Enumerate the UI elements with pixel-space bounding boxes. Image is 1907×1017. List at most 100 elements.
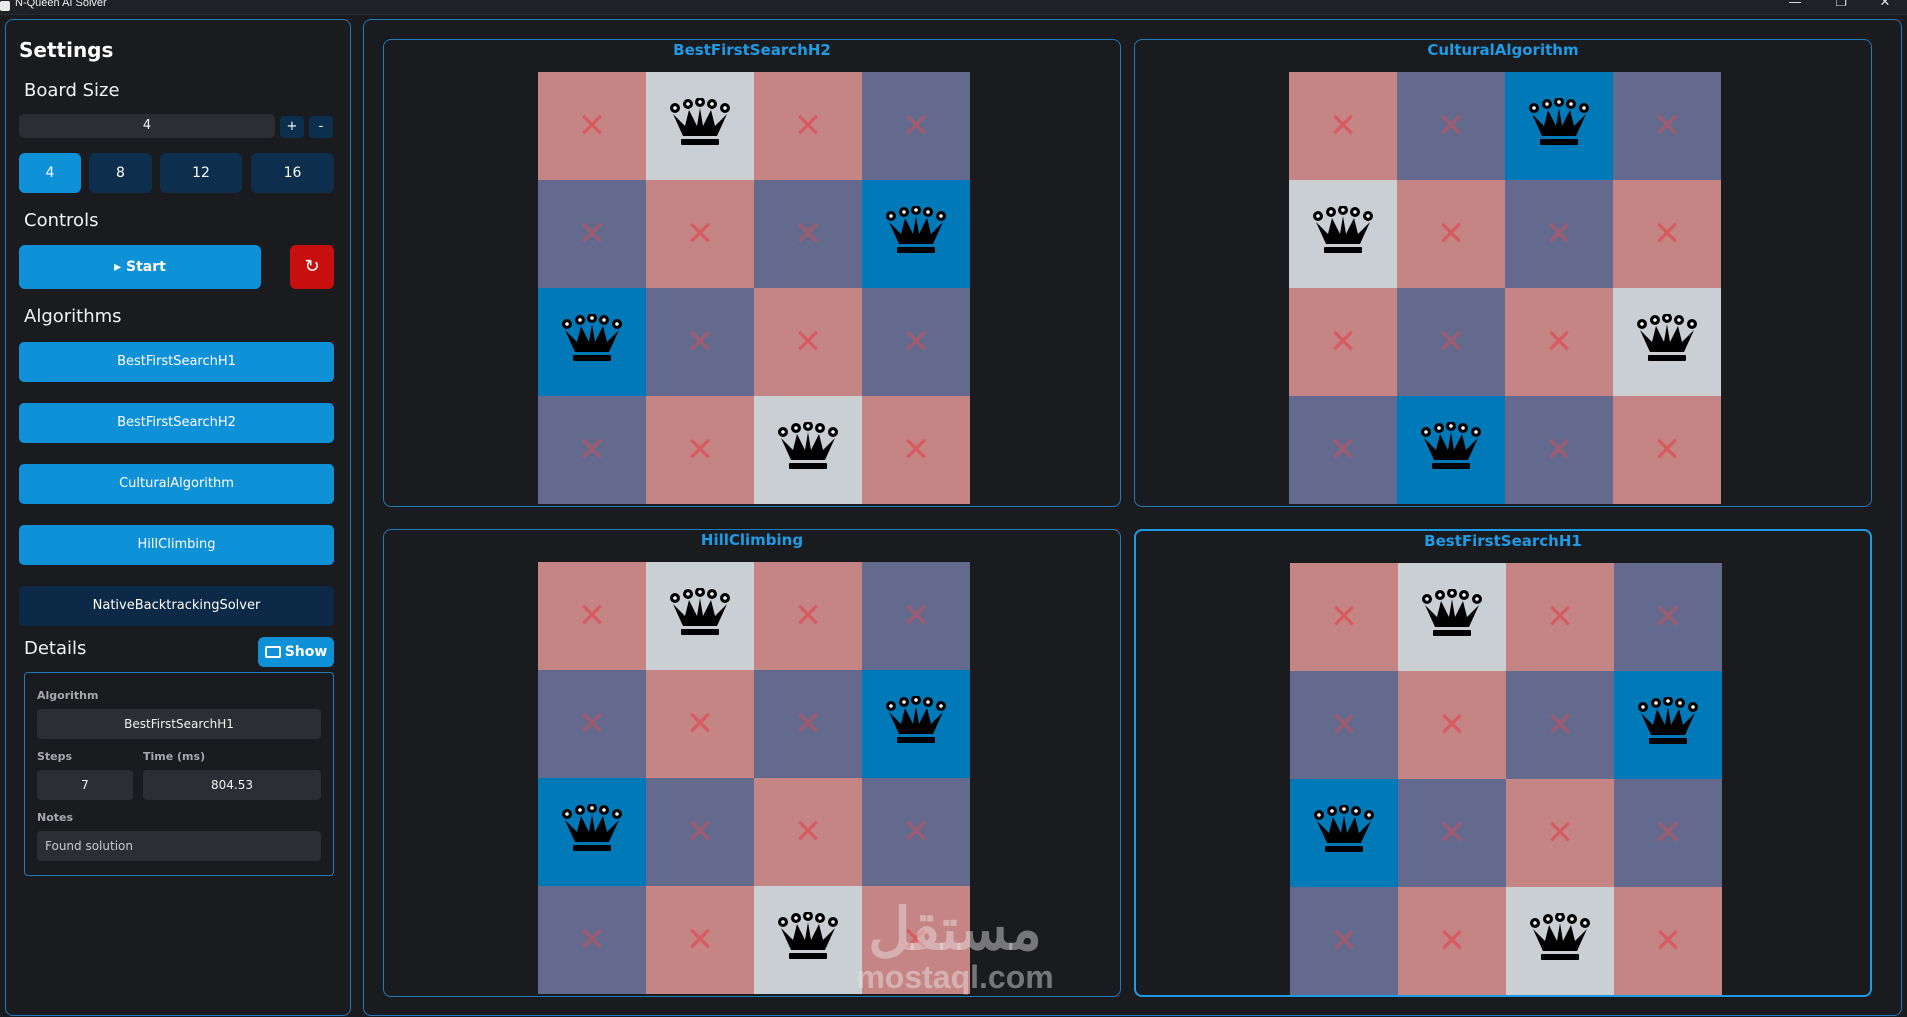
x-mark-icon: ✕ [577, 106, 607, 146]
x-mark-icon: ✕ [1653, 597, 1683, 637]
size-preset-12[interactable]: 12 [160, 153, 242, 193]
x-mark-icon: ✕ [1437, 705, 1467, 745]
show-label: Show [284, 644, 328, 660]
watermark-arabic: مستقل [868, 897, 1042, 962]
algorithm-button-culturalalgorithm[interactable]: CulturalAlgorithm [19, 464, 334, 504]
steps-field: 7 [37, 770, 133, 800]
reset-button[interactable]: ↻ [290, 245, 334, 289]
x-mark-icon: ✕ [577, 214, 607, 254]
queen-cell [1398, 563, 1506, 671]
algorithm-button-nativebacktrackingsolver[interactable]: NativeBacktrackingSolver [19, 586, 334, 626]
board-cell: ✕ [1290, 563, 1398, 671]
x-mark-icon: ✕ [1329, 921, 1359, 961]
x-mark-icon: ✕ [793, 704, 823, 744]
algorithm-label: Algorithm [37, 689, 99, 702]
close-button[interactable]: ✕ [1862, 0, 1907, 13]
size-preset-4[interactable]: 4 [19, 153, 81, 193]
x-mark-icon: ✕ [1328, 322, 1358, 362]
size-preset-16[interactable]: 16 [251, 153, 334, 193]
x-mark-icon: ✕ [1653, 813, 1683, 853]
queen-cell [646, 562, 754, 670]
x-mark-icon: ✕ [901, 596, 931, 636]
queen-cell [1397, 396, 1505, 504]
x-mark-icon: ✕ [685, 704, 715, 744]
board-cell: ✕ [1290, 671, 1398, 779]
board-cell: ✕ [1613, 180, 1721, 288]
x-mark-icon: ✕ [1544, 430, 1574, 470]
decrement-button[interactable]: - [309, 116, 333, 138]
board-cell: ✕ [862, 72, 970, 180]
chess-board: ✕ ✕ ✕ ✕ ✕ ✕ ✕ ✕ ✕ ✕ ✕ ✕ [1290, 563, 1722, 995]
board-cell: ✕ [1398, 779, 1506, 887]
board-cell: ✕ [754, 562, 862, 670]
board-panel[interactable]: CulturalAlgorithm ✕ ✕ ✕ ✕ ✕ ✕ ✕ ✕ ✕ ✕ ✕ ✕ [1134, 39, 1872, 507]
x-mark-icon: ✕ [1329, 705, 1359, 745]
x-mark-icon: ✕ [577, 596, 607, 636]
settings-panel: Settings Board Size 4 + - 4 8 12 16 Cont… [5, 19, 351, 1016]
board-cell: ✕ [646, 670, 754, 778]
crown-icon [1636, 313, 1698, 370]
show-details-button[interactable]: Show [258, 637, 334, 667]
algorithms-heading: Algorithms [24, 306, 122, 327]
x-mark-icon: ✕ [1437, 813, 1467, 853]
size-preset-8[interactable]: 8 [89, 153, 152, 193]
notes-label: Notes [37, 811, 74, 824]
board-cell: ✕ [862, 396, 970, 504]
board-cell: ✕ [538, 396, 646, 504]
x-mark-icon: ✕ [1544, 322, 1574, 362]
crown-icon [1312, 205, 1374, 262]
settings-title: Settings [19, 38, 114, 62]
chess-board: ✕ ✕ ✕ ✕ ✕ ✕ ✕ ✕ ✕ ✕ ✕ ✕ [1289, 72, 1721, 504]
board-cell: ✕ [754, 180, 862, 288]
queen-cell [1289, 180, 1397, 288]
time-field: 804.53 [143, 770, 321, 800]
crown-icon [777, 421, 839, 478]
board-cell: ✕ [862, 562, 970, 670]
queen-cell [538, 288, 646, 396]
board-cell: ✕ [538, 562, 646, 670]
crown-icon [669, 97, 731, 154]
boards-area: BestFirstSearchH2 ✕ ✕ ✕ ✕ ✕ ✕ ✕ ✕ ✕ ✕ ✕ ✕ CulturalA… [363, 19, 1902, 1016]
app-icon [0, 1, 10, 11]
start-button[interactable]: ▸ Start [19, 245, 261, 289]
algorithm-button-hillclimbing[interactable]: HillClimbing [19, 525, 334, 565]
board-cell: ✕ [1613, 396, 1721, 504]
board-cell: ✕ [1397, 72, 1505, 180]
minimize-button[interactable]: — [1772, 0, 1818, 13]
x-mark-icon: ✕ [1652, 214, 1682, 254]
board-cell: ✕ [1397, 180, 1505, 288]
x-mark-icon: ✕ [1328, 430, 1358, 470]
board-size-input[interactable]: 4 [19, 114, 275, 138]
board-cell: ✕ [1506, 779, 1614, 887]
x-mark-icon: ✕ [1329, 597, 1359, 637]
crown-icon [1529, 912, 1591, 969]
algorithm-button-bestfirstsearchh2[interactable]: BestFirstSearchH2 [19, 403, 334, 443]
board-title: BestFirstSearchH1 [1424, 532, 1582, 550]
board-cell: ✕ [1614, 563, 1722, 671]
chess-board: ✕ ✕ ✕ ✕ ✕ ✕ ✕ ✕ ✕ ✕ ✕ ✕ [538, 72, 970, 504]
x-mark-icon: ✕ [685, 322, 715, 362]
queen-cell [1290, 779, 1398, 887]
crown-icon [1637, 696, 1699, 753]
board-cell: ✕ [538, 886, 646, 994]
board-cell: ✕ [1397, 288, 1505, 396]
algorithm-button-bestfirstsearchh1[interactable]: BestFirstSearchH1 [19, 342, 334, 382]
board-cell: ✕ [1505, 180, 1613, 288]
x-mark-icon: ✕ [901, 812, 931, 852]
maximize-button[interactable]: ❐ [1818, 0, 1864, 13]
board-cell: ✕ [538, 72, 646, 180]
board-cell: ✕ [1505, 396, 1613, 504]
eye-icon [264, 646, 281, 658]
board-cell: ✕ [1289, 288, 1397, 396]
queen-cell [646, 72, 754, 180]
board-cell: ✕ [1290, 887, 1398, 995]
x-mark-icon: ✕ [685, 920, 715, 960]
board-panel[interactable]: BestFirstSearchH1 ✕ ✕ ✕ ✕ ✕ ✕ ✕ ✕ ✕ ✕ ✕ ✕ [1134, 529, 1872, 997]
x-mark-icon: ✕ [1436, 106, 1466, 146]
increment-button[interactable]: + [280, 116, 304, 138]
board-size-heading: Board Size [24, 80, 120, 101]
x-mark-icon: ✕ [793, 812, 823, 852]
board-cell: ✕ [754, 670, 862, 778]
board-panel[interactable]: BestFirstSearchH2 ✕ ✕ ✕ ✕ ✕ ✕ ✕ ✕ ✕ ✕ ✕ ✕ [383, 39, 1121, 507]
queen-cell [862, 670, 970, 778]
